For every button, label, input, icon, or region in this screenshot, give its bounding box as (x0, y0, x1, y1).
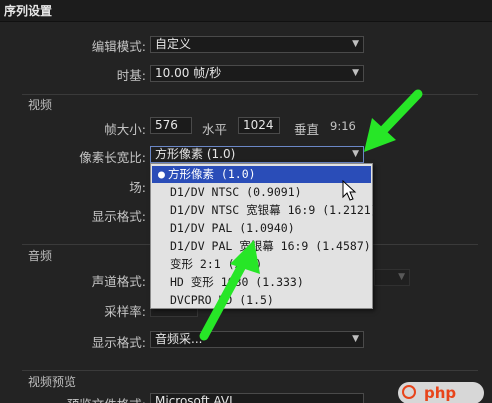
watermark-text: php (424, 384, 457, 402)
arrow-icon (199, 240, 260, 341)
annotation-arrows (199, 89, 423, 341)
php-watermark: php (398, 382, 484, 403)
watermark-logo-icon (402, 385, 416, 399)
arrow-icon (364, 89, 423, 152)
sequence-settings-dialog: 序列设置 编辑模式: 自定义 ▼ 时基: 10.00 帧/秒 ▼ 视频 帧大小:… (0, 0, 492, 403)
